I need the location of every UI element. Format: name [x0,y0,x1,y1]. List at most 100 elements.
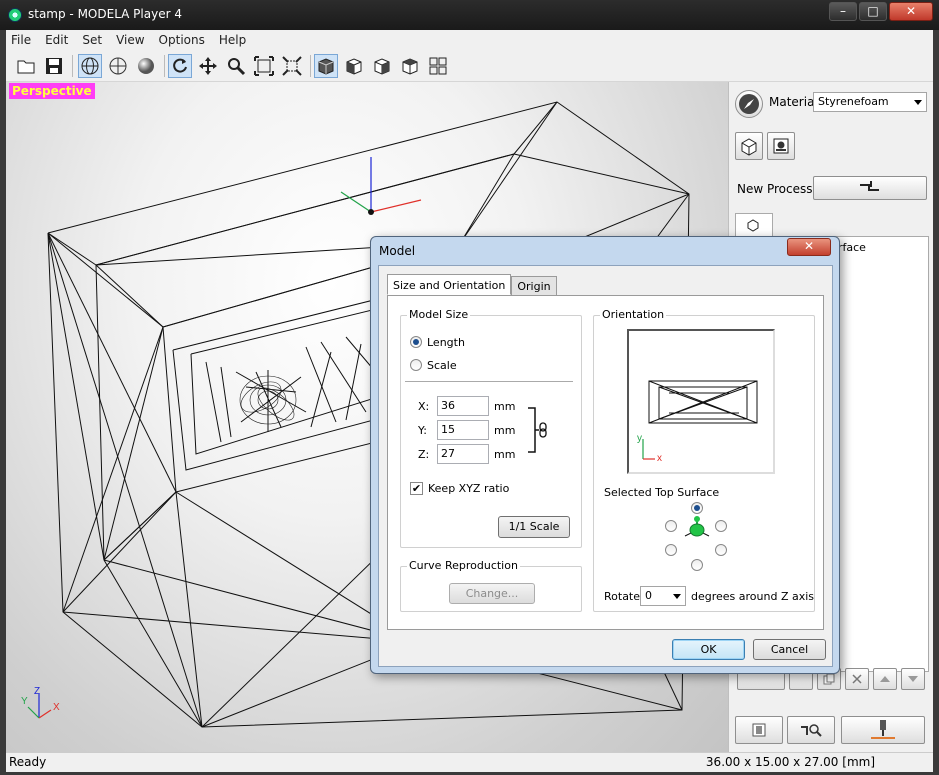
new-process-label: New Process [737,182,813,196]
maximize-button[interactable]: □ [859,2,887,21]
material-select[interactable]: Styrenefoam [813,92,927,112]
orientation-group: Orientation y x Selected Top Surface Rot… [593,308,815,612]
new-process-button[interactable] [813,176,927,200]
axis-y-label: Y [21,696,28,707]
title-bar: stamp - MODELA Player 4 – □ ✕ [0,0,939,30]
z-label: Z: [418,448,430,461]
open-folder-icon[interactable] [14,54,38,78]
x-unit: mm [494,400,516,413]
length-radio[interactable] [410,336,422,348]
globe-icon[interactable] [106,54,130,78]
surface-back-right-radio[interactable] [715,520,727,532]
menu-view[interactable]: View [116,33,144,47]
zoom-fit-icon[interactable] [280,54,304,78]
tab-origin[interactable]: Origin [511,276,557,295]
multi-view-icon[interactable] [426,54,450,78]
close-button[interactable]: ✕ [889,2,933,21]
status-text: Ready [9,755,47,769]
process-item-label: rface [838,241,866,254]
menu-file[interactable]: File [11,33,31,47]
view-iso-icon[interactable] [314,54,338,78]
view-side-icon[interactable] [370,54,394,78]
change-button[interactable]: Change... [449,583,535,604]
x-label: X: [418,400,430,413]
preview-button[interactable] [735,716,783,744]
z-size-input[interactable]: 27 [437,444,489,464]
scale-label: Scale [427,359,457,372]
fit-view-icon[interactable] [252,54,276,78]
delete-icon[interactable] [845,668,869,690]
rotate-select[interactable]: 0 [640,586,686,606]
selected-top-surface-label: Selected Top Surface [604,486,720,499]
menu-set[interactable]: Set [82,33,102,47]
y-unit: mm [494,424,516,437]
z-unit: mm [494,448,516,461]
move-up-icon[interactable] [873,668,897,690]
one-to-one-scale-button[interactable]: 1/1 Scale [498,516,570,538]
view-front-icon[interactable] [342,54,366,78]
stamp-figure-icon [684,516,710,537]
orientation-label: Orientation [600,308,667,321]
move-icon[interactable] [196,54,220,78]
length-label: Length [427,336,465,349]
surface-bottom-radio[interactable] [691,559,703,571]
tool-icon[interactable] [767,132,795,160]
curve-reproduction-group: Curve Reproduction Change... [400,559,582,612]
y-size-input[interactable]: 15 [437,420,489,440]
tab-page: Model Size Length Scale X: 36 mm Y: 15 m… [387,295,824,630]
cube-icon[interactable] [735,132,763,160]
preview-cut-icon[interactable] [787,716,835,744]
rotate-value: 0 [645,589,652,602]
keep-ratio-label: Keep XYZ ratio [428,482,510,495]
axis-x-label: X [53,702,60,713]
model-dimensions: 36.00 x 15.00 x 27.00 [mm] [705,755,875,769]
wireframe-sphere-icon[interactable] [78,54,102,78]
menu-bar: File Edit Set View Options Help [6,30,933,50]
status-bar: Ready 36.00 x 15.00 x 27.00 [mm] [6,752,933,772]
cut-icon[interactable] [841,716,925,744]
menu-options[interactable]: Options [159,33,205,47]
rotate-icon[interactable] [168,54,192,78]
dialog-title: Model [379,244,416,258]
surface-front-left-radio[interactable] [665,544,677,556]
app-icon [8,8,22,22]
move-down-icon[interactable] [901,668,925,690]
tab-size-orientation[interactable]: Size and Orientation [387,274,512,295]
x-size-input[interactable]: 36 [437,396,489,416]
surface-top-radio[interactable] [691,502,703,514]
preview-y-label: y [637,433,642,444]
process-tab[interactable] [735,213,773,237]
surface-front-right-radio[interactable] [715,544,727,556]
solid-sphere-icon[interactable] [134,54,158,78]
save-icon[interactable] [42,54,66,78]
scale-radio[interactable] [410,359,422,371]
keep-ratio-checkbox[interactable]: ✔ [410,482,423,495]
preview-x-label: x [657,453,662,464]
dialog-close-button[interactable]: ✕ [787,238,831,256]
ok-button[interactable]: OK [672,639,745,660]
material-value: Styrenefoam [818,95,889,108]
menu-help[interactable]: Help [219,33,246,47]
model-size-group: Model Size Length Scale X: 36 mm Y: 15 m… [400,308,582,548]
axis-z-label: Z [34,686,40,697]
view-top-icon[interactable] [398,54,422,78]
curve-reproduction-label: Curve Reproduction [407,559,520,572]
toolbar [6,50,933,82]
model-size-label: Model Size [407,308,471,321]
menu-edit[interactable]: Edit [45,33,68,47]
rotate-suffix-label: degrees around Z axis [691,590,815,603]
model-dialog: Model ✕ Size and Orientation Origin Mode… [370,236,840,674]
material-label: Material [769,95,818,109]
window-title: stamp - MODELA Player 4 [28,7,182,21]
cancel-button[interactable]: Cancel [753,639,826,660]
minimize-button[interactable]: – [829,2,857,21]
orientation-preview: y x [627,329,775,474]
material-compass-icon[interactable] [735,90,763,118]
rotate-label: Rotate [604,590,641,603]
link-chain-icon[interactable] [527,406,553,454]
surface-back-left-radio[interactable] [665,520,677,532]
dialog-body: Size and Orientation Origin Model Size L… [378,265,833,667]
y-label: Y: [418,424,427,437]
zoom-icon[interactable] [224,54,248,78]
view-mode-label: Perspective [9,83,95,99]
